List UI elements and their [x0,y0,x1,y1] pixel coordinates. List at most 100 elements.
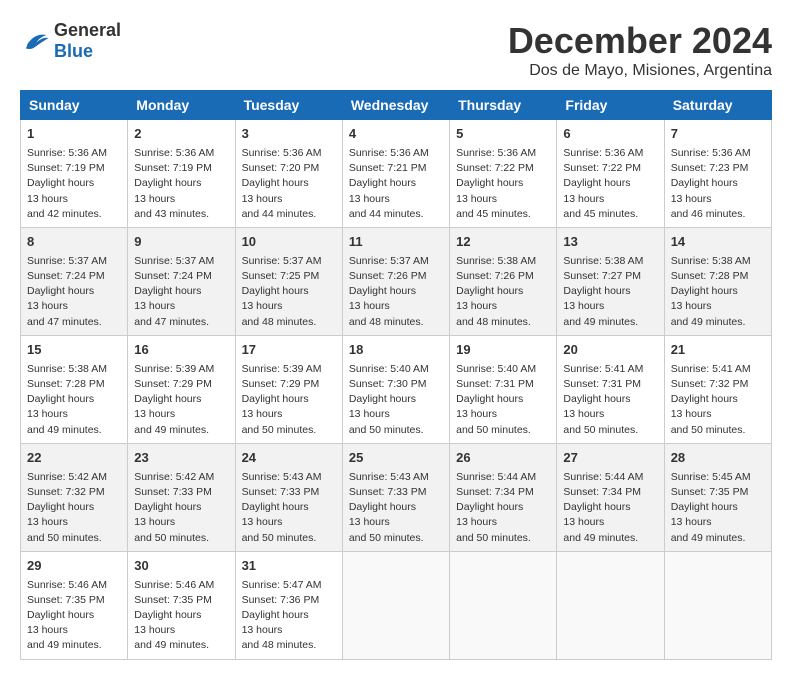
day-info: Sunrise: 5:36 AMSunset: 7:23 PMDaylight … [671,147,751,220]
day-number: 26 [456,449,550,468]
table-row: 24Sunrise: 5:43 AMSunset: 7:33 PMDayligh… [235,443,342,551]
day-number: 9 [134,233,228,252]
day-number: 2 [134,125,228,144]
day-info: Sunrise: 5:46 AMSunset: 7:35 PMDaylight … [134,579,214,652]
logo-general: General [54,20,121,40]
table-row: 5 Sunrise: 5:36 AMSunset: 7:22 PMDaylight… [450,120,557,228]
calendar-row: 15 Sunrise: 5:38 AMSunset: 7:28 PMDayligh… [21,335,772,443]
day-number: 12 [456,233,550,252]
day-number: 29 [27,557,121,576]
logo-icon [20,29,50,53]
table-row [664,551,771,659]
location-subtitle: Dos de Mayo, Misiones, Argentina [508,62,772,80]
day-info: Sunrise: 5:40 AMSunset: 7:30 PMDaylight … [349,363,429,436]
day-number: 27 [563,449,657,468]
day-info: Sunrise: 5:43 AMSunset: 7:33 PMDaylight … [242,471,322,544]
title-area: December 2024 Dos de Mayo, Misiones, Arg… [508,20,772,80]
day-number: 28 [671,449,765,468]
table-row: 27Sunrise: 5:44 AMSunset: 7:34 PMDayligh… [557,443,664,551]
table-row: 30 Sunrise: 5:46 AMSunset: 7:35 PMDayligh… [128,551,235,659]
table-row: 16 Sunrise: 5:39 AMSunset: 7:29 PMDayligh… [128,335,235,443]
day-number: 18 [349,341,443,360]
table-row: 18 Sunrise: 5:40 AMSunset: 7:30 PMDayligh… [342,335,449,443]
header-wednesday: Wednesday [342,91,449,120]
day-info: Sunrise: 5:42 AMSunset: 7:32 PMDaylight … [27,471,107,544]
day-info: Sunrise: 5:46 AMSunset: 7:35 PMDaylight … [27,579,107,652]
day-info: Sunrise: 5:41 AMSunset: 7:31 PMDaylight … [563,363,643,436]
day-number: 13 [563,233,657,252]
table-row: 6 Sunrise: 5:36 AMSunset: 7:22 PMDaylight… [557,120,664,228]
calendar-row: 8 Sunrise: 5:37 AMSunset: 7:24 PMDaylight… [21,227,772,335]
day-number: 8 [27,233,121,252]
day-info: Sunrise: 5:38 AMSunset: 7:28 PMDaylight … [671,255,751,328]
table-row: 9 Sunrise: 5:37 AMSunset: 7:24 PMDaylight… [128,227,235,335]
day-number: 16 [134,341,228,360]
day-number: 5 [456,125,550,144]
day-number: 6 [563,125,657,144]
table-row: 28 Sunrise: 5:45 AMSunset: 7:35 PMDayligh… [664,443,771,551]
day-number: 15 [27,341,121,360]
page-header: General Blue December 2024 Dos de Mayo, … [20,20,772,80]
day-number: 23 [134,449,228,468]
day-number: 14 [671,233,765,252]
table-row: 21 Sunrise: 5:41 AMSunset: 7:32 PMDayligh… [664,335,771,443]
calendar-table: Sunday Monday Tuesday Wednesday Thursday… [20,90,772,660]
day-info: Sunrise: 5:41 AMSunset: 7:32 PMDaylight … [671,363,751,436]
table-row: 8 Sunrise: 5:37 AMSunset: 7:24 PMDaylight… [21,227,128,335]
day-info: Sunrise: 5:38 AMSunset: 7:26 PMDaylight … [456,255,536,328]
header-sunday: Sunday [21,91,128,120]
table-row: 13 Sunrise: 5:38 AMSunset: 7:27 PMDayligh… [557,227,664,335]
day-number: 1 [27,125,121,144]
day-number: 22 [27,449,121,468]
table-row: 3Sunrise: 5:36 AMSunset: 7:20 PMDaylight… [235,120,342,228]
day-number: 30 [134,557,228,576]
table-row: 29 Sunrise: 5:46 AMSunset: 7:35 PMDayligh… [21,551,128,659]
table-row [557,551,664,659]
day-number: 19 [456,341,550,360]
table-row: 11Sunrise: 5:37 AMSunset: 7:26 PMDayligh… [342,227,449,335]
day-info: Sunrise: 5:36 AMSunset: 7:19 PMDaylight … [134,147,214,220]
day-info: Sunrise: 5:47 AMSunset: 7:36 PMDaylight … [242,579,322,652]
day-number: 20 [563,341,657,360]
table-row: 12 Sunrise: 5:38 AMSunset: 7:26 PMDayligh… [450,227,557,335]
calendar-header-row: Sunday Monday Tuesday Wednesday Thursday… [21,91,772,120]
calendar-row: 22 Sunrise: 5:42 AMSunset: 7:32 PMDayligh… [21,443,772,551]
day-number: 31 [242,557,336,576]
day-info: Sunrise: 5:37 AMSunset: 7:24 PMDaylight … [134,255,214,328]
table-row: 4Sunrise: 5:36 AMSunset: 7:21 PMDaylight… [342,120,449,228]
table-row [450,551,557,659]
table-row: 19 Sunrise: 5:40 AMSunset: 7:31 PMDayligh… [450,335,557,443]
table-row: 20 Sunrise: 5:41 AMSunset: 7:31 PMDayligh… [557,335,664,443]
day-number: 21 [671,341,765,360]
day-info: Sunrise: 5:36 AMSunset: 7:22 PMDaylight … [563,147,643,220]
day-info: Sunrise: 5:44 AMSunset: 7:34 PMDaylight … [456,471,536,544]
day-number: 17 [242,341,336,360]
table-row: 7 Sunrise: 5:36 AMSunset: 7:23 PMDaylight… [664,120,771,228]
day-info: Sunrise: 5:38 AMSunset: 7:27 PMDaylight … [563,255,643,328]
day-info: Sunrise: 5:36 AMSunset: 7:19 PMDaylight … [27,147,107,220]
table-row: 2 Sunrise: 5:36 AMSunset: 7:19 PMDaylight… [128,120,235,228]
table-row: 10Sunrise: 5:37 AMSunset: 7:25 PMDayligh… [235,227,342,335]
month-title: December 2024 [508,20,772,62]
table-row: 17 Sunrise: 5:39 AMSunset: 7:29 PMDayligh… [235,335,342,443]
day-info: Sunrise: 5:37 AMSunset: 7:24 PMDaylight … [27,255,107,328]
day-info: Sunrise: 5:45 AMSunset: 7:35 PMDaylight … [671,471,751,544]
calendar-row: 29 Sunrise: 5:46 AMSunset: 7:35 PMDayligh… [21,551,772,659]
table-row: 26 Sunrise: 5:44 AMSunset: 7:34 PMDayligh… [450,443,557,551]
day-number: 7 [671,125,765,144]
header-thursday: Thursday [450,91,557,120]
logo-text: General Blue [54,20,121,62]
day-info: Sunrise: 5:39 AMSunset: 7:29 PMDaylight … [134,363,214,436]
logo: General Blue [20,20,121,62]
day-info: Sunrise: 5:40 AMSunset: 7:31 PMDaylight … [456,363,536,436]
table-row: 22 Sunrise: 5:42 AMSunset: 7:32 PMDayligh… [21,443,128,551]
day-info: Sunrise: 5:38 AMSunset: 7:28 PMDaylight … [27,363,107,436]
table-row: 23Sunrise: 5:42 AMSunset: 7:33 PMDayligh… [128,443,235,551]
day-number: 3 [242,125,336,144]
day-info: Sunrise: 5:36 AMSunset: 7:22 PMDaylight … [456,147,536,220]
day-info: Sunrise: 5:36 AMSunset: 7:21 PMDaylight … [349,147,429,220]
header-monday: Monday [128,91,235,120]
header-saturday: Saturday [664,91,771,120]
day-info: Sunrise: 5:39 AMSunset: 7:29 PMDaylight … [242,363,322,436]
day-number: 11 [349,233,443,252]
